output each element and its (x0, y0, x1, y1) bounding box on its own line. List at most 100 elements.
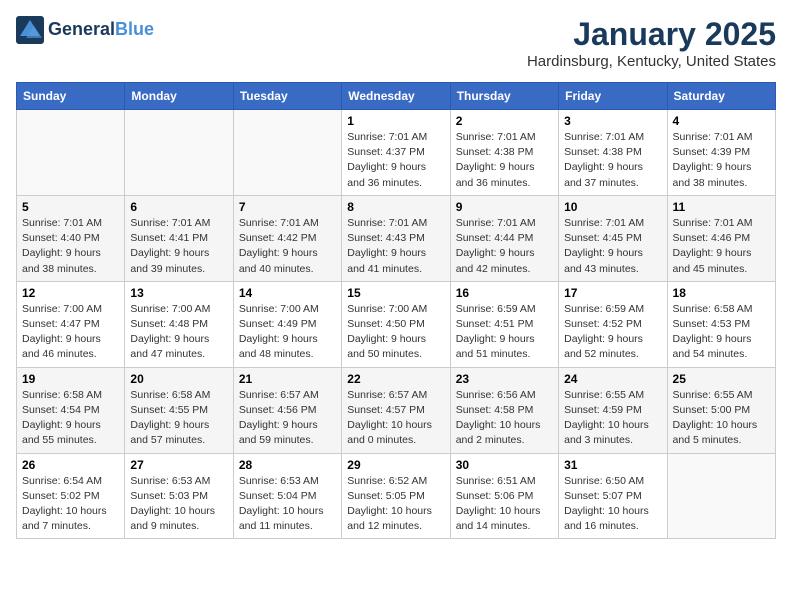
day-info: Sunrise: 6:58 AM Sunset: 4:55 PM Dayligh… (130, 388, 227, 449)
day-number: 21 (239, 372, 336, 386)
day-info: Sunrise: 7:01 AM Sunset: 4:41 PM Dayligh… (130, 216, 227, 277)
day-number: 16 (456, 286, 553, 300)
logo-icon (16, 16, 44, 44)
day-number: 14 (239, 286, 336, 300)
header-monday: Monday (125, 83, 233, 110)
title-block: January 2025 Hardinsburg, Kentucky, Unit… (527, 16, 776, 70)
logo: GeneralBlue (16, 16, 154, 44)
day-info: Sunrise: 7:00 AM Sunset: 4:48 PM Dayligh… (130, 302, 227, 363)
calendar-cell: 2 Sunrise: 7:01 AM Sunset: 4:38 PM Daylig… (450, 110, 558, 196)
day-number: 20 (130, 372, 227, 386)
day-info: Sunrise: 6:52 AM Sunset: 5:05 PM Dayligh… (347, 474, 444, 535)
day-number: 2 (456, 114, 553, 128)
header-tuesday: Tuesday (233, 83, 341, 110)
day-info: Sunrise: 6:51 AM Sunset: 5:06 PM Dayligh… (456, 474, 553, 535)
day-number: 17 (564, 286, 661, 300)
day-info: Sunrise: 7:01 AM Sunset: 4:38 PM Dayligh… (564, 130, 661, 191)
calendar-cell: 18 Sunrise: 6:58 AM Sunset: 4:53 PM Dayli… (667, 281, 775, 367)
day-number: 25 (673, 372, 770, 386)
calendar-cell: 4Sunrise: 7:01 AM Sunset: 4:39 PM Daylig… (667, 110, 775, 196)
day-number: 6 (130, 200, 227, 214)
day-number: 13 (130, 286, 227, 300)
day-info: Sunrise: 7:01 AM Sunset: 4:42 PM Dayligh… (239, 216, 336, 277)
day-number: 31 (564, 458, 661, 472)
day-info: Sunrise: 7:01 AM Sunset: 4:40 PM Dayligh… (22, 216, 119, 277)
calendar-cell: 9Sunrise: 7:01 AM Sunset: 4:44 PM Daylig… (450, 195, 558, 281)
day-number: 24 (564, 372, 661, 386)
calendar-subtitle: Hardinsburg, Kentucky, United States (527, 53, 776, 70)
calendar-cell: 23 Sunrise: 6:56 AM Sunset: 4:58 PM Dayli… (450, 367, 558, 453)
day-info: Sunrise: 7:00 AM Sunset: 4:47 PM Dayligh… (22, 302, 119, 363)
calendar-cell: 19 Sunrise: 6:58 AM Sunset: 4:54 PM Dayli… (17, 367, 125, 453)
header-saturday: Saturday (667, 83, 775, 110)
page-header: GeneralBlue January 2025 Hardinsburg, Ke… (16, 16, 776, 70)
week-row-3: 12 Sunrise: 7:00 AM Sunset: 4:47 PM Dayli… (17, 281, 776, 367)
calendar-cell: 25 Sunrise: 6:55 AM Sunset: 5:00 PM Dayli… (667, 367, 775, 453)
calendar-cell: 7 Sunrise: 7:01 AM Sunset: 4:42 PM Daylig… (233, 195, 341, 281)
calendar-cell: 10Sunrise: 7:01 AM Sunset: 4:45 PM Dayli… (559, 195, 667, 281)
day-number: 9 (456, 200, 553, 214)
day-info: Sunrise: 6:58 AM Sunset: 4:53 PM Dayligh… (673, 302, 770, 363)
day-number: 12 (22, 286, 119, 300)
day-number: 7 (239, 200, 336, 214)
day-info: Sunrise: 6:58 AM Sunset: 4:54 PM Dayligh… (22, 388, 119, 449)
day-number: 30 (456, 458, 553, 472)
day-number: 29 (347, 458, 444, 472)
day-info: Sunrise: 7:01 AM Sunset: 4:39 PM Dayligh… (673, 130, 770, 191)
calendar-cell (125, 110, 233, 196)
calendar-cell: 8Sunrise: 7:01 AM Sunset: 4:43 PM Daylig… (342, 195, 450, 281)
calendar-table: SundayMondayTuesdayWednesdayThursdayFrid… (16, 82, 776, 539)
calendar-cell (17, 110, 125, 196)
day-info: Sunrise: 6:59 AM Sunset: 4:52 PM Dayligh… (564, 302, 661, 363)
calendar-cell: 15Sunrise: 7:00 AM Sunset: 4:50 PM Dayli… (342, 281, 450, 367)
header-wednesday: Wednesday (342, 83, 450, 110)
calendar-cell: 3 Sunrise: 7:01 AM Sunset: 4:38 PM Daylig… (559, 110, 667, 196)
calendar-cell: 31 Sunrise: 6:50 AM Sunset: 5:07 PM Dayli… (559, 453, 667, 539)
calendar-cell: 26Sunrise: 6:54 AM Sunset: 5:02 PM Dayli… (17, 453, 125, 539)
calendar-cell: 27 Sunrise: 6:53 AM Sunset: 5:03 PM Dayli… (125, 453, 233, 539)
day-number: 8 (347, 200, 444, 214)
day-info: Sunrise: 6:50 AM Sunset: 5:07 PM Dayligh… (564, 474, 661, 535)
day-info: Sunrise: 6:53 AM Sunset: 5:03 PM Dayligh… (130, 474, 227, 535)
calendar-cell: 14Sunrise: 7:00 AM Sunset: 4:49 PM Dayli… (233, 281, 341, 367)
day-info: Sunrise: 6:55 AM Sunset: 5:00 PM Dayligh… (673, 388, 770, 449)
day-number: 18 (673, 286, 770, 300)
day-number: 28 (239, 458, 336, 472)
day-info: Sunrise: 7:01 AM Sunset: 4:38 PM Dayligh… (456, 130, 553, 191)
day-number: 11 (673, 200, 770, 214)
calendar-cell: 30 Sunrise: 6:51 AM Sunset: 5:06 PM Dayli… (450, 453, 558, 539)
day-number: 23 (456, 372, 553, 386)
day-info: Sunrise: 6:57 AM Sunset: 4:56 PM Dayligh… (239, 388, 336, 449)
calendar-cell (667, 453, 775, 539)
header-friday: Friday (559, 83, 667, 110)
day-info: Sunrise: 7:01 AM Sunset: 4:46 PM Dayligh… (673, 216, 770, 277)
calendar-cell: 21 Sunrise: 6:57 AM Sunset: 4:56 PM Dayli… (233, 367, 341, 453)
calendar-cell: 20 Sunrise: 6:58 AM Sunset: 4:55 PM Dayli… (125, 367, 233, 453)
calendar-cell: 28 Sunrise: 6:53 AM Sunset: 5:04 PM Dayli… (233, 453, 341, 539)
calendar-cell: 1 Sunrise: 7:01 AM Sunset: 4:37 PM Daylig… (342, 110, 450, 196)
day-info: Sunrise: 6:54 AM Sunset: 5:02 PM Dayligh… (22, 474, 119, 535)
day-number: 1 (347, 114, 444, 128)
calendar-cell: 13 Sunrise: 7:00 AM Sunset: 4:48 PM Dayli… (125, 281, 233, 367)
day-number: 27 (130, 458, 227, 472)
calendar-cell: 12 Sunrise: 7:00 AM Sunset: 4:47 PM Dayli… (17, 281, 125, 367)
week-row-1: 1 Sunrise: 7:01 AM Sunset: 4:37 PM Daylig… (17, 110, 776, 196)
day-number: 3 (564, 114, 661, 128)
day-number: 5 (22, 200, 119, 214)
header-thursday: Thursday (450, 83, 558, 110)
day-info: Sunrise: 6:57 AM Sunset: 4:57 PM Dayligh… (347, 388, 444, 449)
day-info: Sunrise: 6:53 AM Sunset: 5:04 PM Dayligh… (239, 474, 336, 535)
day-info: Sunrise: 6:56 AM Sunset: 4:58 PM Dayligh… (456, 388, 553, 449)
day-info: Sunrise: 6:55 AM Sunset: 4:59 PM Dayligh… (564, 388, 661, 449)
day-number: 19 (22, 372, 119, 386)
calendar-header-row: SundayMondayTuesdayWednesdayThursdayFrid… (17, 83, 776, 110)
week-row-4: 19 Sunrise: 6:58 AM Sunset: 4:54 PM Dayli… (17, 367, 776, 453)
day-info: Sunrise: 7:01 AM Sunset: 4:37 PM Dayligh… (347, 130, 444, 191)
logo-text: GeneralBlue (48, 20, 154, 40)
header-sunday: Sunday (17, 83, 125, 110)
day-number: 22 (347, 372, 444, 386)
calendar-cell: 17 Sunrise: 6:59 AM Sunset: 4:52 PM Dayli… (559, 281, 667, 367)
calendar-cell: 5 Sunrise: 7:01 AM Sunset: 4:40 PM Daylig… (17, 195, 125, 281)
calendar-cell: 29 Sunrise: 6:52 AM Sunset: 5:05 PM Dayli… (342, 453, 450, 539)
day-info: Sunrise: 7:01 AM Sunset: 4:45 PM Dayligh… (564, 216, 661, 277)
